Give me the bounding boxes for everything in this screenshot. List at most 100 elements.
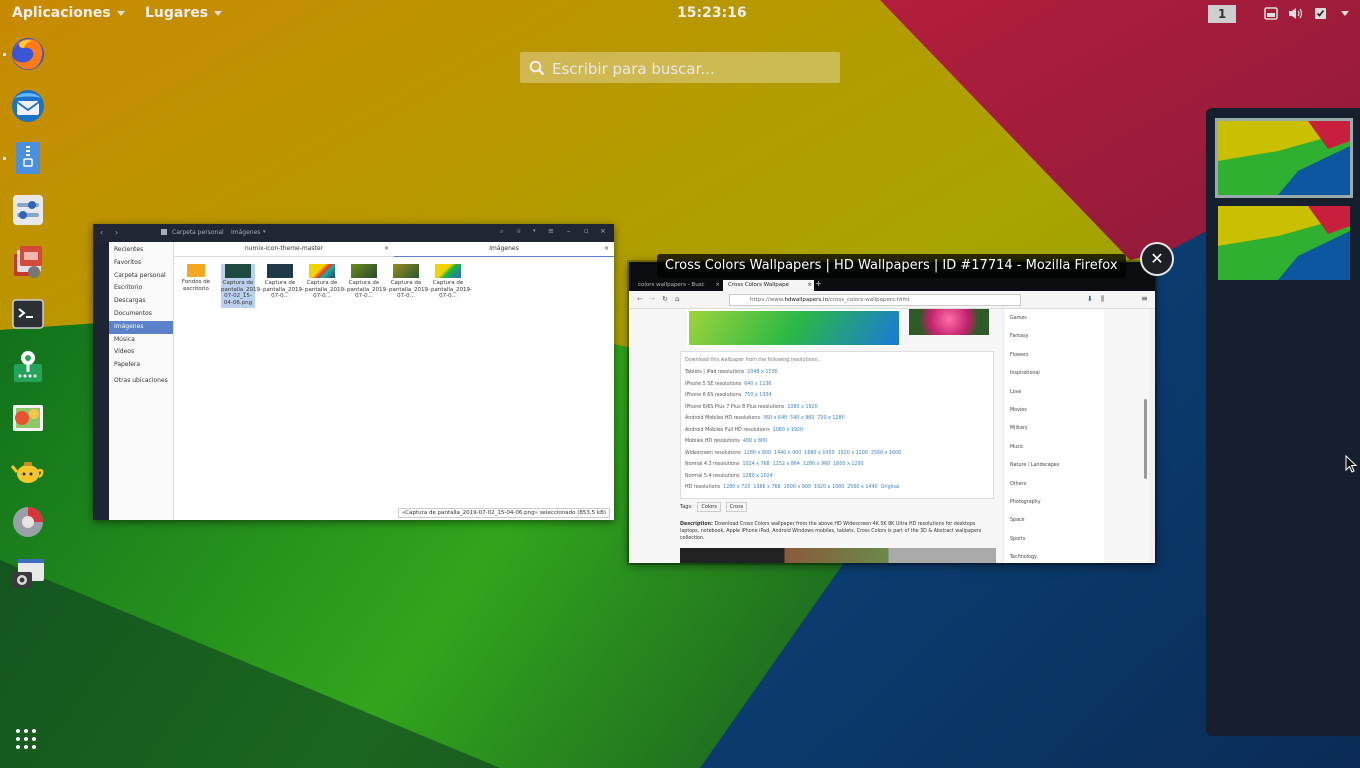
forward-icon[interactable]: › [115, 228, 118, 237]
resolution-link[interactable]: 1366 x 768 [753, 485, 780, 490]
close-icon[interactable]: × [600, 227, 606, 235]
resolution-link[interactable]: 1080 x 1920 [787, 405, 817, 410]
archive-manager-icon[interactable] [10, 140, 46, 176]
home-icon[interactable]: ⌂ [675, 295, 679, 303]
category-link[interactable]: Flowers [1010, 353, 1028, 358]
search-input[interactable] [550, 52, 834, 85]
minimize-icon[interactable]: – [567, 227, 571, 235]
category-link[interactable]: Technology [1010, 555, 1037, 560]
close-icon[interactable]: × [384, 242, 389, 256]
tag-button[interactable]: Colors [697, 502, 722, 512]
download-icon[interactable]: ⬇ [1087, 295, 1093, 303]
place-home[interactable]: Carpeta personal [109, 270, 173, 283]
place-pictures[interactable]: Imágenes [109, 320, 173, 334]
tab-cross-colors[interactable]: Cross Colors Wallpape × [723, 280, 814, 291]
file-item[interactable]: Captura de pantalla_2019-07-0... [263, 264, 304, 300]
resolution-link[interactable]: 2048 x 1536 [747, 370, 777, 375]
resolution-link[interactable]: 1280 x 720 [723, 485, 750, 490]
terminal-icon[interactable] [10, 296, 46, 332]
disk-usage-icon[interactable] [10, 504, 46, 540]
resolution-link[interactable]: 1152 x 864 [773, 462, 800, 467]
new-tab-button[interactable]: + [815, 279, 822, 288]
resolution-link[interactable]: 1920 x 1080 [814, 485, 844, 490]
files-window[interactable]: ‹ › Carpeta personal Imágenes ▾ ⌕ ⁞⁞ ▾ ≡… [93, 224, 614, 520]
resolution-link[interactable]: 1280 x 1024 [742, 474, 772, 479]
file-item[interactable]: Captura de pantalla_2019-07-0... [431, 264, 472, 300]
chevron-down-icon[interactable] [1341, 10, 1349, 16]
clock[interactable]: 15:23:16 [677, 5, 747, 21]
flower-image[interactable] [909, 309, 989, 335]
category-link[interactable]: Photography [1010, 500, 1041, 505]
category-link[interactable]: Games [1010, 316, 1027, 321]
place-other-locations[interactable]: Otras ubicaciones [109, 375, 173, 388]
workspace-indicator[interactable]: 1 [1208, 5, 1236, 23]
place-starred[interactable]: Favoritos [109, 257, 173, 270]
resolution-link[interactable]: 1280 x 800 [744, 451, 771, 456]
show-applications-button[interactable] [16, 729, 36, 749]
chevron-down-icon[interactable]: ▾ [263, 229, 266, 235]
system-tray[interactable] [1264, 6, 1349, 20]
tab-numix[interactable]: numix-icon-theme-master × [174, 242, 394, 256]
place-trash[interactable]: Papelera [109, 359, 173, 372]
keyboard-icon[interactable] [1264, 6, 1278, 20]
reload-icon[interactable]: ↻ [662, 295, 668, 303]
close-icon[interactable]: × [604, 242, 609, 256]
library-icon[interactable]: ⫼ [1101, 295, 1104, 304]
file-item[interactable]: Captura de pantalla_2019-07-0... [389, 264, 430, 300]
places-menu[interactable]: Lugares [145, 5, 223, 21]
place-downloads[interactable]: Descargas [109, 295, 173, 308]
resolution-link[interactable]: 750 x 1334 [744, 393, 771, 398]
back-icon[interactable]: ‹ [100, 228, 103, 237]
resolution-link[interactable]: Original [881, 485, 900, 490]
category-link[interactable]: Space [1010, 518, 1025, 523]
image-viewer-icon[interactable] [10, 400, 46, 436]
tab-images[interactable]: Imágenes × [394, 242, 614, 257]
resolution-link[interactable]: 360 x 640 [763, 416, 787, 421]
view-toggle-icon[interactable]: ⁞⁞ [517, 228, 521, 235]
teapot-icon[interactable] [10, 452, 46, 488]
close-window-button[interactable]: ✕ [1142, 244, 1172, 274]
search-icon[interactable]: ⌕ [500, 228, 503, 236]
place-desktop[interactable]: Escritorio [109, 282, 173, 295]
settings-icon[interactable] [10, 192, 46, 228]
close-icon[interactable]: × [807, 280, 812, 291]
screenshot-icon[interactable] [10, 556, 46, 592]
resolution-link[interactable]: 1080 x 1920 [773, 428, 803, 433]
volume-icon[interactable] [1288, 7, 1304, 20]
back-icon[interactable]: ← [637, 295, 643, 303]
category-link[interactable]: Love [1010, 390, 1021, 395]
forward-icon[interactable]: → [649, 295, 655, 303]
maximize-icon[interactable]: ▫ [584, 227, 589, 235]
thunderbird-icon[interactable] [10, 88, 46, 124]
resolution-link[interactable]: 2560 x 1600 [871, 451, 901, 456]
applications-menu[interactable]: Aplicaciones [12, 5, 125, 21]
category-link[interactable]: Music [1010, 445, 1024, 450]
menu-icon[interactable]: ≡ [548, 227, 554, 235]
place-documents[interactable]: Documentos [109, 308, 173, 321]
category-link[interactable]: Nature / Landscapes [1010, 463, 1059, 468]
place-videos[interactable]: Vídeos [109, 346, 173, 359]
close-icon[interactable]: × [715, 280, 720, 291]
file-item[interactable]: Captura de pantalla_2019-07-0... [347, 264, 388, 300]
category-link[interactable]: Sports [1010, 537, 1025, 542]
chevron-down-icon[interactable]: ▾ [533, 228, 536, 234]
url-bar[interactable]: https://www.hdwallpapers.in/cross_colors… [729, 294, 1021, 306]
resolution-link[interactable]: 1600 x 900 [784, 485, 811, 490]
ad-thumbnails[interactable] [680, 548, 996, 563]
resolution-link[interactable]: 1680 x 1050 [804, 451, 834, 456]
overview-search[interactable] [520, 52, 840, 85]
file-item[interactable]: Captura de pantalla_2019-07-0... [305, 264, 346, 300]
software-install-icon[interactable] [10, 244, 46, 280]
resolution-link[interactable]: 640 x 1136 [744, 382, 771, 387]
path-current[interactable]: Imágenes [231, 229, 260, 236]
path-root[interactable]: Carpeta personal [172, 229, 224, 236]
firefox-icon[interactable] [10, 36, 46, 72]
clipboard-check-icon[interactable] [1314, 6, 1327, 20]
resolution-link[interactable]: 720 x 1280 [817, 416, 844, 421]
category-link[interactable]: Others [1010, 482, 1026, 487]
resolution-link[interactable]: 540 x 960 [790, 416, 814, 421]
resolution-link[interactable]: 1280 x 960 [803, 462, 830, 467]
resolution-link[interactable]: 1920 x 1200 [838, 451, 868, 456]
category-link[interactable]: Movies [1010, 408, 1027, 413]
category-link[interactable]: Fantasy [1010, 334, 1028, 339]
